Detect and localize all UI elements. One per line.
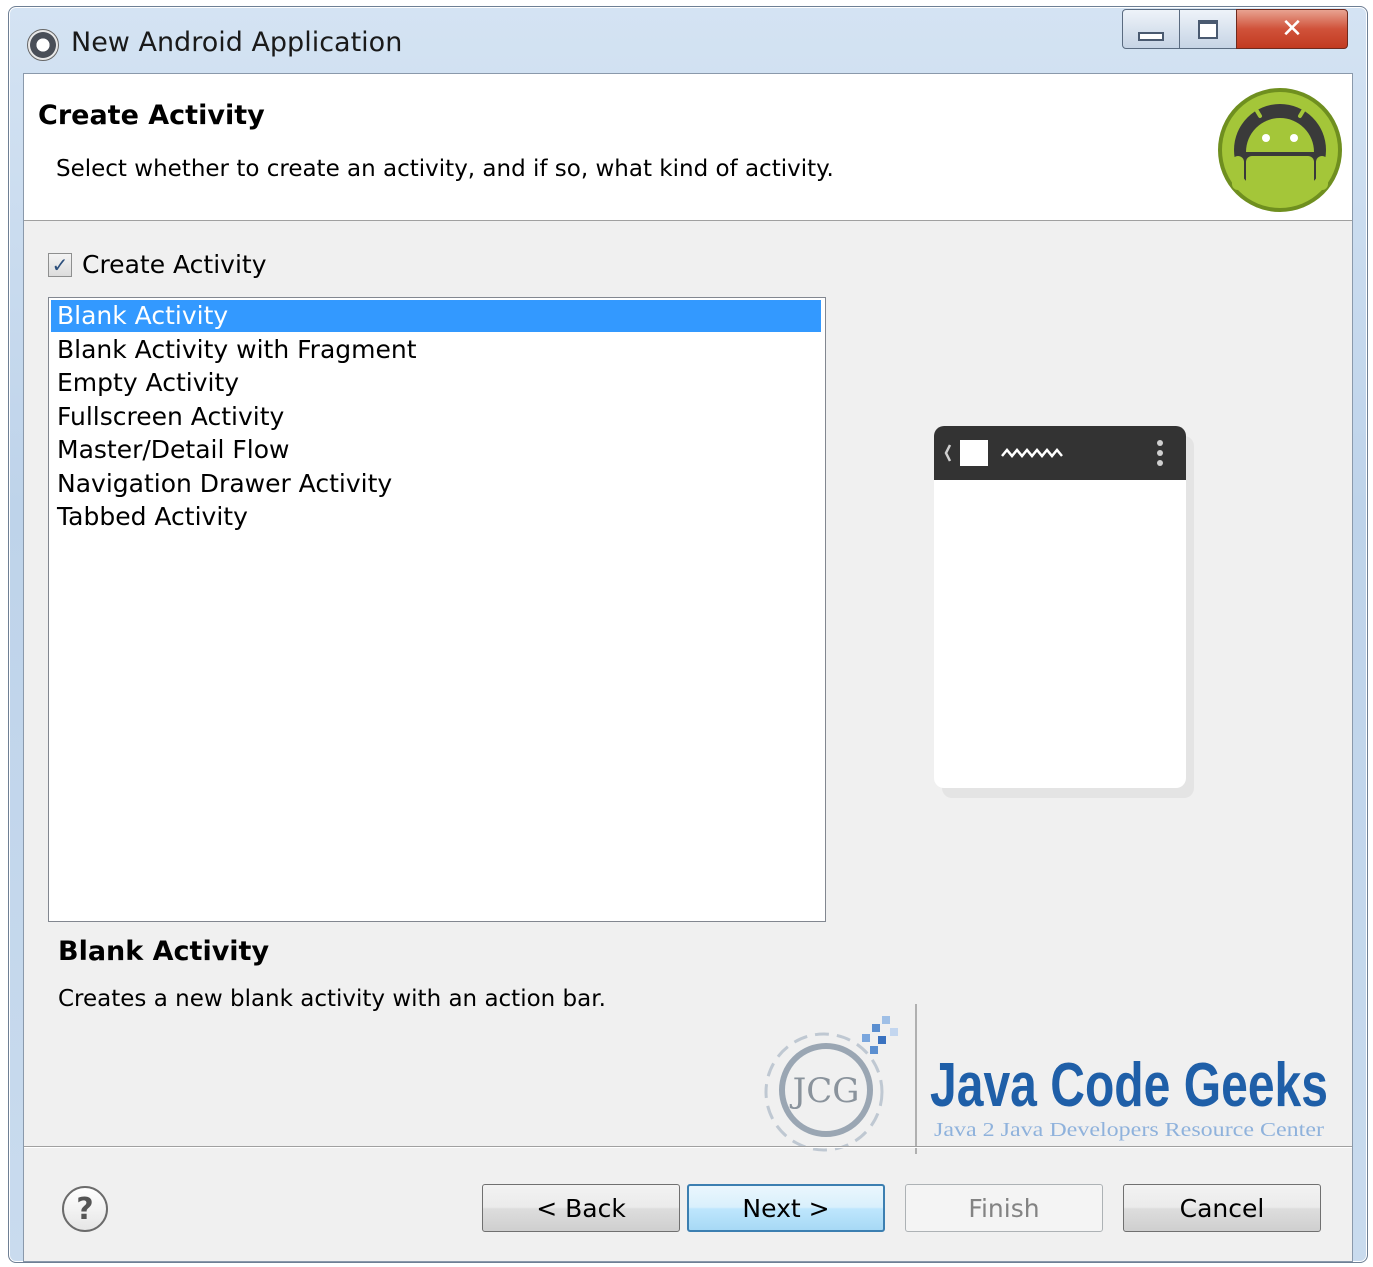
help-icon: ? (76, 1191, 94, 1227)
list-item-empty-activity[interactable]: Empty Activity (51, 367, 821, 399)
next-button[interactable]: Next > (687, 1184, 885, 1232)
close-button[interactable]: ✕ (1236, 9, 1348, 49)
javacodegeeks-watermark-logo: JCG Java Code Geeks Java 2 Java Develope… (764, 1004, 1328, 1154)
window-title: New Android Application (71, 27, 403, 58)
close-icon: ✕ (1281, 14, 1303, 44)
phone-preview-frame (934, 426, 1186, 788)
back-button[interactable]: < Back (482, 1184, 680, 1232)
checkmark-icon: ✓ (51, 252, 69, 277)
page-description: Select whether to create an activity, an… (56, 156, 834, 182)
activity-preview (934, 426, 1196, 806)
watermark-logo-letters: JCG (790, 1071, 860, 1111)
action-bar-glyphs (944, 440, 1163, 466)
watermark-brand: Java Code Geeks (930, 1051, 1328, 1120)
page-title: Create Activity (38, 100, 265, 131)
template-description: Creates a new blank activity with an act… (58, 986, 606, 1012)
help-button[interactable]: ? (62, 1186, 108, 1232)
minimize-button[interactable] (1122, 9, 1180, 49)
list-item-blank-activity-fragment[interactable]: Blank Activity with Fragment (51, 334, 821, 366)
list-item-fullscreen-activity[interactable]: Fullscreen Activity (51, 401, 821, 433)
wizard-header: Create Activity Select whether to create… (24, 74, 1352, 221)
create-activity-checkbox[interactable]: ✓ (48, 252, 72, 277)
title-bar[interactable]: New Android Application ✕ (9, 7, 1367, 71)
cancel-button[interactable]: Cancel (1123, 1184, 1321, 1232)
eclipse-app-icon (27, 29, 59, 61)
activity-template-list[interactable]: Blank Activity Blank Activity with Fragm… (48, 297, 826, 922)
maximize-icon (1198, 19, 1218, 39)
list-item-navigation-drawer[interactable]: Navigation Drawer Activity (51, 468, 821, 500)
footer-separator-highlight (24, 1147, 1352, 1148)
create-activity-label: Create Activity (82, 250, 267, 279)
dialog-client-area: Create Activity Select whether to create… (23, 73, 1353, 1262)
minimize-icon (1138, 31, 1164, 41)
finish-button[interactable]: Finish (905, 1184, 1103, 1232)
template-title: Blank Activity (58, 936, 270, 967)
android-logo-icon (1218, 88, 1342, 212)
create-activity-checkbox-row[interactable]: ✓ Create Activity (48, 250, 267, 279)
list-item-master-detail-flow[interactable]: Master/Detail Flow (51, 434, 821, 466)
preview-action-bar (934, 426, 1186, 480)
watermark-tagline: Java 2 Java Developers Resource Center (934, 1119, 1324, 1141)
list-item-blank-activity[interactable]: Blank Activity (51, 300, 821, 332)
list-item-tabbed-activity[interactable]: Tabbed Activity (51, 501, 821, 533)
dialog-window: New Android Application ✕ Create Activit… (8, 6, 1368, 1263)
maximize-button[interactable] (1179, 9, 1237, 49)
